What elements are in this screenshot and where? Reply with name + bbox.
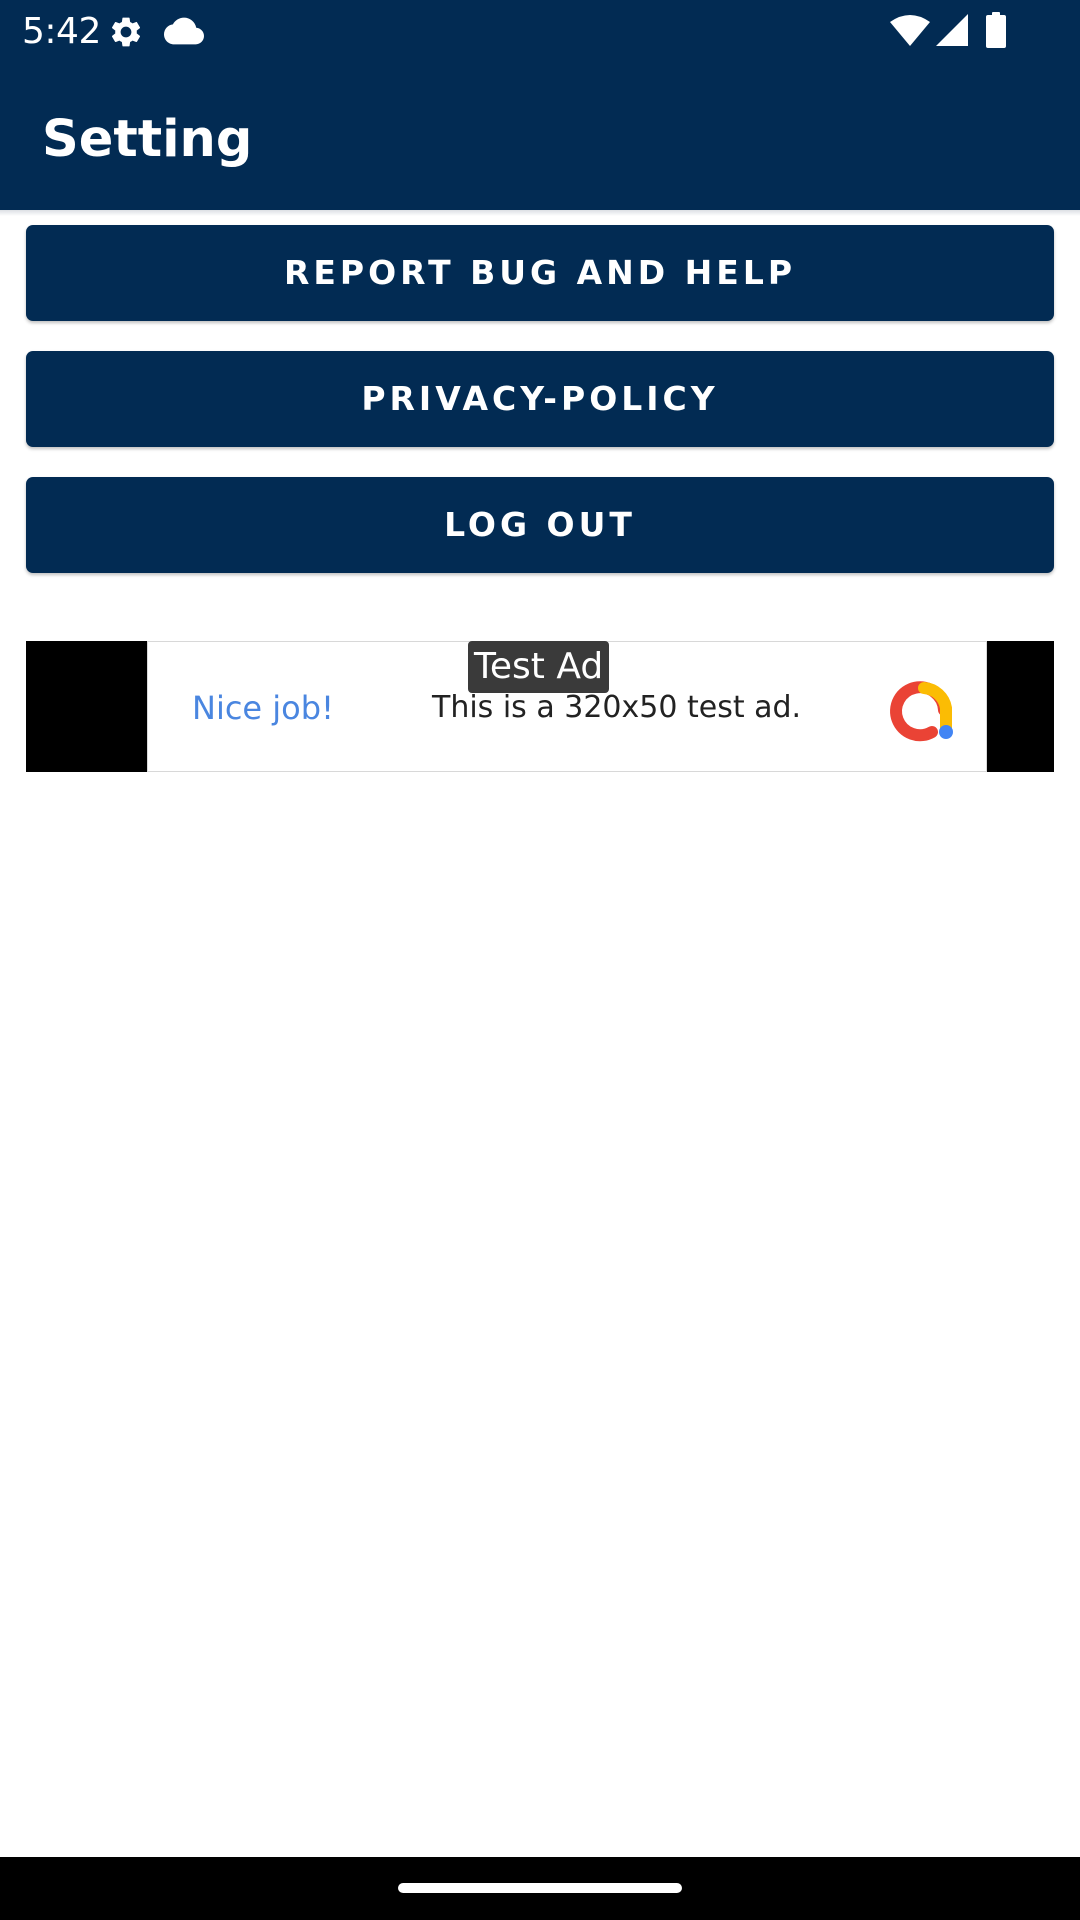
ad-brand-logo-icon — [890, 681, 953, 742]
report-bug-button[interactable]: REPORT BUG AND HELP — [26, 225, 1054, 321]
cloud-icon — [164, 17, 204, 45]
page-title: Setting — [42, 110, 253, 169]
home-gesture-handle[interactable] — [398, 1883, 682, 1893]
status-bar: 5:42 — [0, 0, 1080, 63]
test-ad-label: Test Ad — [468, 641, 610, 693]
status-time: 5:42 — [22, 11, 101, 52]
navigation-bar — [0, 1857, 1080, 1920]
settings-screen: 5:42 Setting REPORT BUG AND HELP PRIVACY… — [0, 0, 1080, 1920]
app-bar: Setting — [0, 63, 1080, 210]
privacy-policy-button[interactable]: PRIVACY-POLICY — [26, 351, 1054, 447]
ad-body-text: This is a 320x50 test ad. — [432, 690, 802, 725]
app-bar-shadow — [0, 210, 1080, 216]
log-out-button[interactable]: LOG OUT — [26, 477, 1054, 573]
wifi-icon — [890, 15, 930, 46]
gear-icon — [111, 17, 141, 47]
ad-headline: Nice job! — [192, 689, 334, 727]
cell-signal-icon — [936, 14, 968, 46]
battery-icon — [986, 12, 1006, 48]
